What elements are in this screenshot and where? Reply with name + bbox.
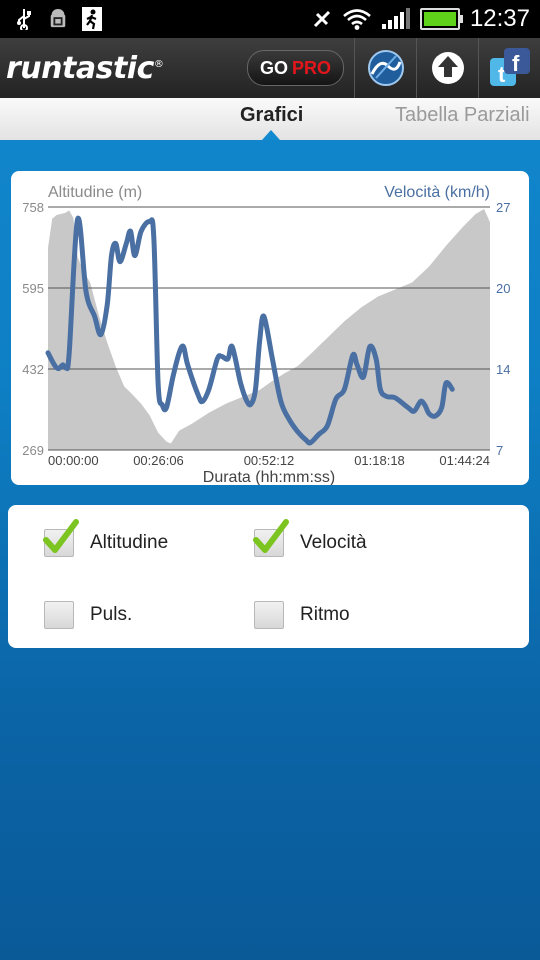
checkbox-label: Ritmo [300, 604, 350, 625]
checkmark-icon [43, 519, 79, 553]
x-tick-label: 01:18:18 [354, 453, 405, 468]
left-tick-label: 595 [22, 281, 44, 296]
checkbox[interactable] [253, 519, 289, 557]
tab-grafici[interactable]: Grafici [240, 104, 303, 127]
app-bar: runtastic® GO PRO t f [0, 38, 540, 99]
x-axis-title: Durata (hh:mm:ss) [203, 469, 335, 485]
upload-button[interactable] [416, 38, 478, 98]
go-pro-button[interactable]: GO PRO [246, 50, 344, 86]
x-tick-label: 00:26:06 [133, 453, 184, 468]
upload-icon [431, 52, 464, 84]
routes-button[interactable] [354, 38, 416, 98]
svg-text:f: f [512, 51, 520, 76]
right-tick-label: 27 [496, 200, 510, 215]
runtastic-logo: runtastic® [6, 50, 164, 86]
routes-icon [367, 50, 404, 86]
runner-notification-icon [82, 7, 102, 31]
go-label: GO [259, 57, 288, 78]
clock: 12:37 [469, 5, 530, 32]
silent-icon [312, 8, 332, 30]
checkmark-icon [253, 519, 289, 553]
usb-icon [14, 8, 34, 30]
social-share-button[interactable]: t f [478, 38, 540, 98]
checkbox-label: Puls. [90, 604, 133, 625]
x-tick-label: 00:00:00 [48, 453, 99, 468]
checkbox-label: Velocità [300, 532, 367, 553]
right-tick-label: 14 [496, 362, 510, 377]
checkbox[interactable] [43, 519, 79, 557]
signal-icon [381, 8, 410, 29]
right-axis-title: Velocità (km/h) [384, 184, 490, 201]
toggle-velocita[interactable]: Velocità [253, 519, 367, 557]
android-debug-icon [48, 8, 68, 30]
checkbox-label: Altitudine [90, 532, 169, 553]
series-toggle-panel: Altitudine Velocità Puls. Ritmo [8, 505, 529, 648]
checkbox[interactable] [254, 601, 284, 629]
toggle-puls[interactable]: Puls. [44, 601, 132, 629]
tab-tabella-parziali[interactable]: Tabella Parziali [395, 104, 530, 127]
left-axis-title: Altitudine (m) [48, 184, 142, 201]
right-tick-label: 20 [496, 281, 510, 296]
x-tick-label: 01:44:24 [439, 453, 490, 468]
wifi-icon [342, 8, 372, 30]
left-tick-label: 269 [22, 443, 44, 458]
social-share-icon: t f [489, 48, 530, 87]
left-tick-label: 758 [22, 200, 44, 215]
checkbox[interactable] [44, 601, 74, 629]
chart: Altitudine (m) Velocità (km/h) 758 595 432 26… [22, 184, 510, 485]
right-tick-label: 7 [496, 443, 503, 458]
battery-icon [419, 8, 463, 30]
x-tick-label: 00:52:12 [244, 453, 295, 468]
active-tab-indicator [262, 130, 280, 140]
status-bar: 12:37 [0, 0, 540, 38]
chart-card: Altitudine (m) Velocità (km/h) 758 595 432 26… [11, 171, 529, 485]
toggle-ritmo[interactable]: Ritmo [254, 601, 350, 629]
left-tick-label: 432 [22, 362, 44, 377]
toggle-altitudine[interactable]: Altitudine [43, 519, 169, 557]
pro-label: PRO [291, 57, 331, 78]
